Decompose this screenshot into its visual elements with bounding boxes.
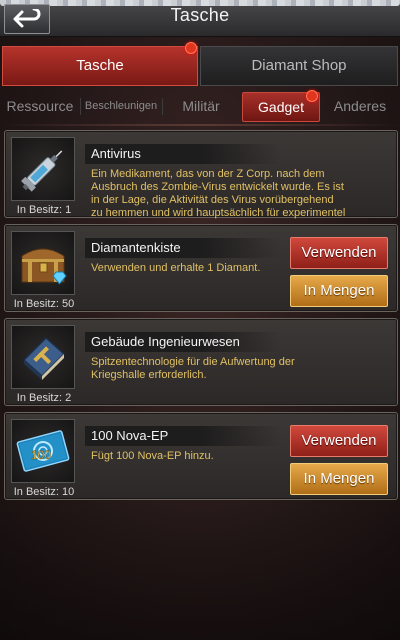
item-card-antivirus[interactable]: In Besitz: 1 Antivirus Ein Medikament, d… [4, 130, 398, 220]
bulk-use-button[interactable]: In Mengen [290, 463, 388, 495]
owned-count: In Besitz: 50 [13, 298, 75, 310]
item-title: Diamantenkiste [85, 238, 281, 258]
bulk-use-button[interactable]: In Mengen [290, 275, 388, 307]
item-description: Ein Medikament, das von der Z Corp. nach… [91, 168, 391, 220]
subtab-separator [80, 98, 81, 115]
item-title: Gebäude Ingenieurwesen [85, 332, 281, 352]
tab-divider [0, 124, 400, 126]
page-title: Tasche [170, 5, 230, 25]
item-title: 100 Nova-EP [85, 426, 281, 446]
item-description-line: Kriegshalle erforderlich. [91, 369, 207, 381]
item-card-gebaeude-ingenieurwesen[interactable]: In Besitz: 2 Gebäude Ingenieurwesen Spit… [4, 318, 398, 406]
subtab-beschleunigen[interactable]: Beschleunigen [82, 92, 160, 120]
owned-count: In Besitz: 10 [13, 486, 75, 498]
subtab-gadget-badge [306, 90, 318, 102]
item-description: Verwenden und erhalte 1 Diamant. [91, 262, 287, 275]
item-description: Fügt 100 Nova-EP hinzu. [91, 450, 287, 463]
item-icon-box [11, 137, 75, 201]
subtab-militaer[interactable]: Militär [164, 92, 238, 120]
item-description-line: Ein Medikament, das von der Z Corp. nach… [91, 168, 325, 180]
use-button[interactable]: Verwenden [290, 237, 388, 269]
item-description-line: Spitzentechnologie für die Aufwertung de… [91, 356, 295, 368]
owned-count: In Besitz: 2 [16, 392, 72, 404]
syringe-icon [21, 150, 63, 192]
subtab-separator [162, 98, 163, 115]
item-description: Spitzentechnologie für die Aufwertung de… [91, 356, 381, 382]
top-bar: Tasche [0, 0, 400, 37]
tab-tasche-badge [185, 42, 197, 54]
item-description-line: Verwenden und erhalte 1 Diamant. [91, 262, 261, 274]
item-card-nova-ep[interactable]: 100 In Besitz: 10 100 Nova-EP Fügt 100 N… [4, 412, 398, 500]
use-button[interactable]: Verwenden [290, 425, 388, 457]
item-card-diamantenkiste[interactable]: In Besitz: 50 Diamantenkiste Verwenden u… [4, 224, 398, 312]
sub-tabs: Ressource Beschleunigen Militär Gadget A… [0, 90, 400, 122]
main-tabs: Tasche Diamant Shop [0, 42, 400, 86]
subtab-ressource[interactable]: Ressource [2, 92, 78, 120]
nova-ep-card-value: 100 [31, 448, 51, 462]
item-icon-box [11, 325, 75, 389]
engineering-book-icon [22, 336, 66, 380]
item-description-line: zu hemmen und wird hauptsächlich für exp… [91, 207, 346, 219]
subtab-anderes[interactable]: Anderes [324, 92, 396, 120]
empty-list-area [0, 505, 400, 640]
nova-ep-card-icon: 100 [16, 430, 70, 472]
item-title: Antivirus [85, 144, 281, 164]
tab-diamant-shop[interactable]: Diamant Shop [200, 46, 398, 86]
item-icon-box: 100 [11, 419, 75, 483]
item-description-line: Fügt 100 Nova-EP hinzu. [91, 450, 214, 462]
item-description-line: Ausbruch des Zombie-Virus entwickelt wur… [91, 181, 344, 193]
item-icon-box [11, 231, 75, 295]
owned-count: In Besitz: 1 [16, 204, 72, 216]
item-description-line: in der Lage, die Aktivität des Virus vor… [91, 194, 334, 206]
tab-tasche[interactable]: Tasche [2, 46, 198, 86]
treasure-chest-icon [21, 248, 67, 285]
